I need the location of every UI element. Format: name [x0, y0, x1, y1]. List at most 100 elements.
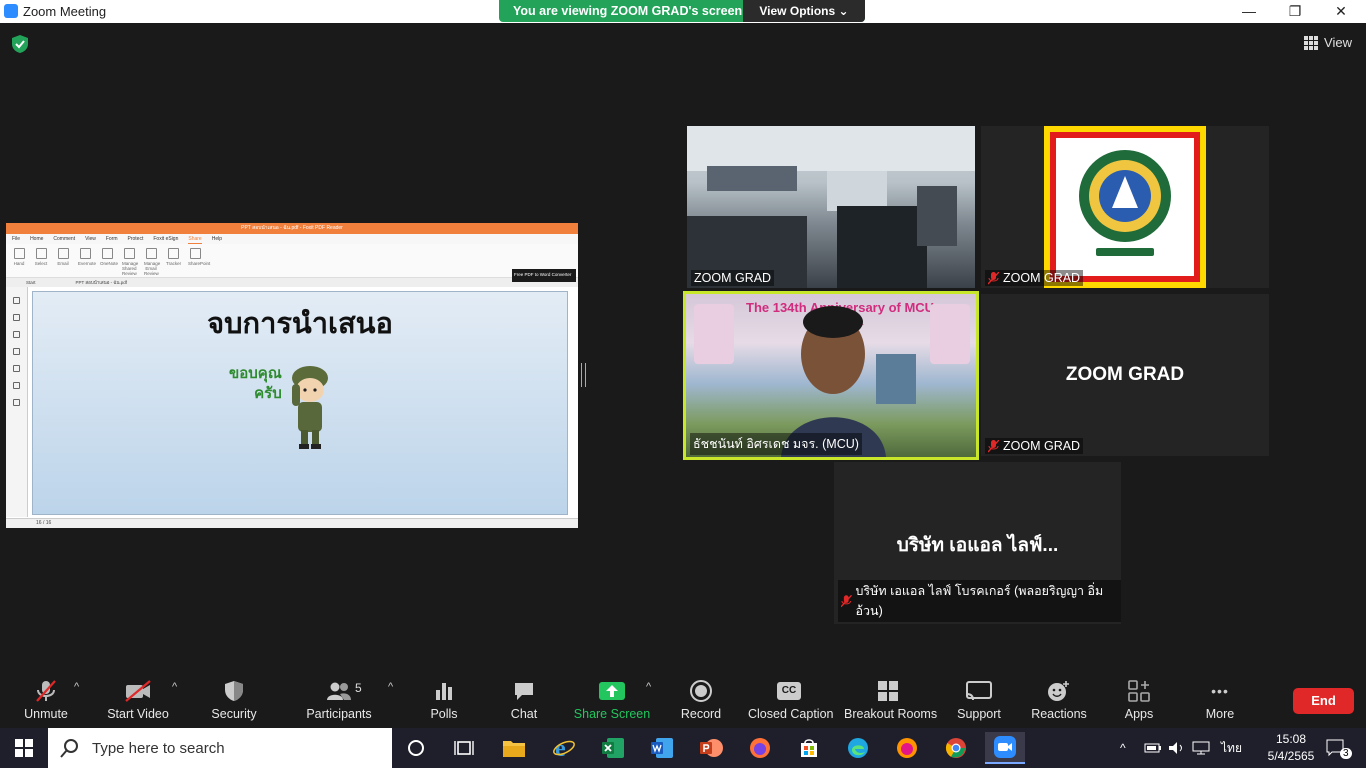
participant-big-label: ZOOM GRAD [1065, 364, 1185, 385]
record-button[interactable]: Record [676, 673, 726, 728]
shared-ribbon-item: SharePoint [188, 248, 210, 273]
shared-screen[interactable]: PPT สอบนำเสนอ - ฉัน.pdf - Foxit PDF Read… [6, 223, 578, 528]
firefox-icon [750, 738, 770, 758]
shared-ribbon-item: Hand [12, 248, 26, 273]
apps-grid-icon [1128, 680, 1150, 702]
view-options-button[interactable]: View Options ⌄ [743, 0, 865, 22]
unmute-label: Unmute [24, 707, 68, 721]
powerpoint-button[interactable] [691, 732, 731, 764]
microphone-muted-icon [36, 680, 56, 702]
video-camera-off-icon [125, 680, 151, 702]
shared-menu-item: File [12, 236, 21, 242]
record-label: Record [680, 707, 722, 721]
minimize-button[interactable]: — [1226, 0, 1272, 23]
closed-caption-button[interactable]: CC Closed Caption [748, 673, 834, 728]
splitter-handle[interactable] [581, 363, 587, 387]
excel-button[interactable] [593, 732, 633, 764]
folder-icon [503, 741, 525, 757]
search-icon [60, 739, 78, 758]
task-view-button[interactable] [444, 732, 484, 764]
polls-button[interactable]: Polls [420, 673, 468, 728]
shared-menu-item: Share [188, 236, 202, 244]
tile-name-bar: ZOOM GRAD [985, 438, 1084, 454]
internet-explorer-button[interactable]: e [544, 732, 584, 764]
word-button[interactable] [642, 732, 682, 764]
participants-label: Participants [306, 707, 372, 721]
language-indicator[interactable]: ไทย [1221, 728, 1242, 768]
apps-button[interactable]: Apps [1118, 673, 1160, 728]
slide-thanks: ขอบคุณ ครับ [229, 364, 282, 404]
participants-options-caret[interactable]: ^ [388, 681, 393, 693]
battery-tray-icon[interactable] [1144, 728, 1162, 768]
slide-heading: จบการนำเสนอ [207, 308, 393, 340]
view-label: View [1324, 35, 1352, 50]
video-options-caret[interactable]: ^ [172, 681, 177, 693]
volume-tray-icon[interactable] [1168, 728, 1186, 768]
start-button[interactable] [0, 728, 48, 768]
chrome-button[interactable] [936, 732, 976, 764]
speaker-icon [1169, 742, 1182, 754]
audio-options-caret[interactable]: ^ [74, 681, 79, 693]
closed-caption-label: Closed Caption [748, 707, 834, 721]
shared-window-title: PPT สอบนำเสนอ - ฉัน.pdf - Foxit PDF Read… [6, 223, 578, 234]
share-options-caret[interactable]: ^ [646, 681, 651, 693]
end-meeting-button[interactable]: End [1293, 688, 1354, 714]
share-screen-button[interactable]: Share Screen [572, 673, 652, 728]
clock-time: 15:08 [1275, 732, 1307, 746]
video-tile-logo[interactable]: ZOOM GRAD [981, 126, 1269, 288]
viewing-banner-text: You are viewing ZOOM GRAD's screen [513, 4, 743, 18]
windows-taskbar: Type here to search e ^ ไทย 15:08 5/4/25… [0, 728, 1366, 768]
zoom-app-icon [4, 4, 18, 18]
encryption-shield-icon[interactable] [12, 35, 28, 53]
zoom-icon [994, 736, 1016, 758]
participants-button[interactable]: 5 Participants [305, 673, 373, 728]
security-button[interactable]: Security [208, 673, 260, 728]
video-tile-active-speaker[interactable]: The 134th Anniversary of MCU 2021 ธัชชนั… [683, 291, 979, 460]
view-layout-button[interactable]: View [1304, 35, 1352, 50]
notifications-button[interactable]: 3 [1326, 728, 1358, 768]
record-icon [690, 680, 712, 702]
restore-button[interactable]: ❐ [1272, 0, 1318, 23]
chat-label: Chat [510, 707, 538, 721]
microsoft-store-button[interactable] [789, 732, 829, 764]
tile-name-bar: ZOOM GRAD [691, 270, 775, 286]
grid-icon [1304, 35, 1319, 50]
slide-thanks-line-1: ขอบคุณ [229, 365, 282, 382]
taskbar-clock[interactable]: 15:08 5/4/2565 [1262, 731, 1320, 765]
more-dots-icon: ••• [1211, 683, 1229, 699]
bar-chart-icon [436, 683, 452, 700]
taskbar-search[interactable]: Type here to search [48, 728, 392, 768]
firefox-alt-button[interactable] [887, 732, 927, 764]
start-video-button[interactable]: Start Video [106, 673, 170, 728]
network-tray-icon[interactable] [1192, 728, 1210, 768]
excel-icon [602, 738, 624, 758]
tray-expand-button[interactable]: ^ [1120, 728, 1126, 768]
shield-icon [225, 681, 243, 701]
reactions-label: Reactions [1031, 707, 1087, 721]
store-bag-icon [801, 739, 817, 757]
video-tile-classroom[interactable]: ZOOM GRAD [687, 126, 975, 288]
reactions-button[interactable]: Reactions [1030, 673, 1088, 728]
unmute-button[interactable]: Unmute [18, 673, 74, 728]
zoom-taskbar-button[interactable] [985, 732, 1025, 764]
support-button[interactable]: Support [954, 673, 1004, 728]
firefox-button[interactable] [740, 732, 780, 764]
breakout-rooms-button[interactable]: Breakout Rooms [844, 673, 937, 728]
close-button[interactable]: ✕ [1318, 0, 1364, 23]
chat-button[interactable]: Chat [500, 673, 548, 728]
participant-name: ZOOM GRAD [1003, 439, 1081, 453]
notification-count: 3 [1340, 747, 1352, 759]
shared-ribbon-item: Manage Email Review [144, 248, 160, 276]
shared-menu-item: View [85, 236, 96, 242]
video-tile-company[interactable]: บริษัท เอแอล ไลฟ์... บริษัท เอแอล ไลฟ์ โ… [834, 462, 1121, 624]
cortana-button[interactable] [396, 732, 436, 764]
file-explorer-button[interactable] [494, 732, 534, 764]
share-screen-label: Share Screen [573, 707, 651, 721]
more-button[interactable]: ••• More [1198, 673, 1242, 728]
security-label: Security [211, 707, 257, 721]
chevron-up-icon: ^ [1120, 741, 1126, 755]
video-tile-no-video[interactable]: ZOOM GRAD ZOOM GRAD [981, 294, 1269, 456]
clock-date: 5/4/2565 [1267, 749, 1315, 763]
tile-name-bar: ธัชชนันท์ อิศรเดช มจร. (MCU) [690, 433, 862, 455]
edge-button[interactable] [838, 732, 878, 764]
